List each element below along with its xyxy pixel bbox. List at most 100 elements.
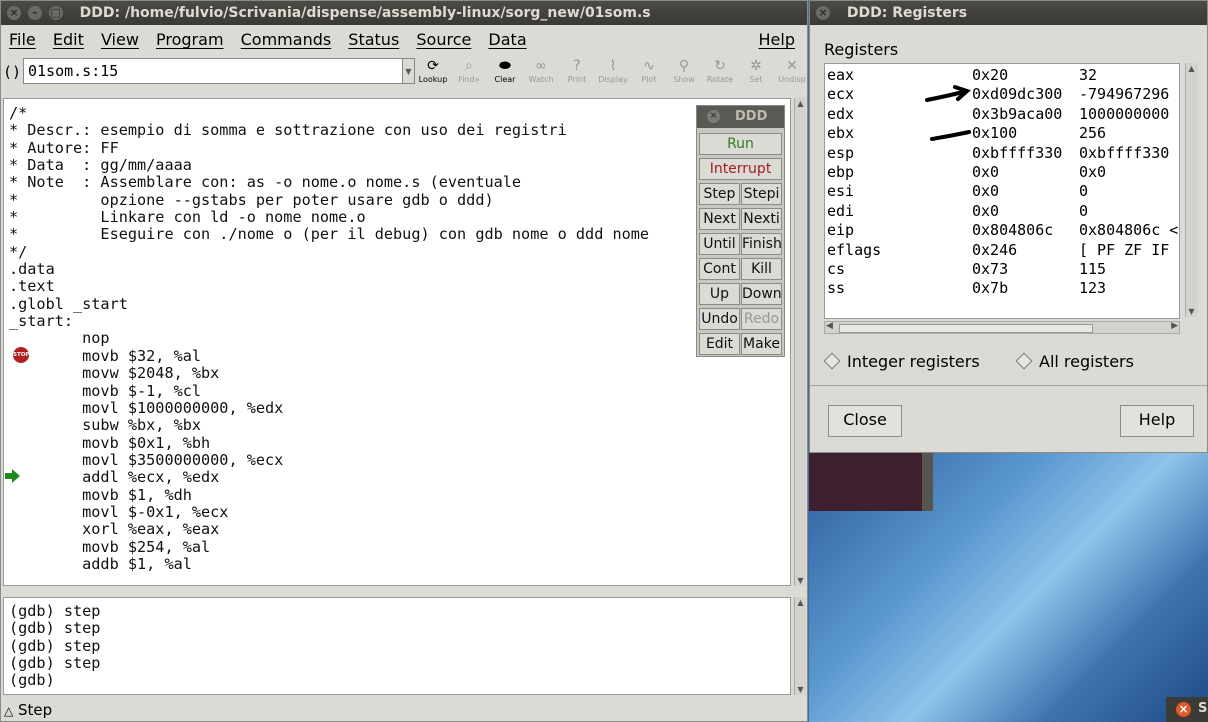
menu-file[interactable]: File <box>9 30 36 49</box>
register-name: eax <box>827 66 855 84</box>
register-name: ss <box>827 279 846 298</box>
register-row-cs[interactable]: cs 0x73 115 <box>827 260 1177 279</box>
main-titlebar: × – □ DDD: /home/fulvio/Scrivania/dispen… <box>1 1 807 25</box>
maximize-icon[interactable]: □ <box>48 6 63 20</box>
register-row-eax[interactable]: eax 0x20 32 <box>827 66 1177 85</box>
close-icon[interactable]: × <box>7 6 21 20</box>
menu-data[interactable]: Data <box>488 30 526 49</box>
scroll-down-icon[interactable]: ▼ <box>1186 306 1197 317</box>
display-icon: ⌇ <box>609 58 617 74</box>
argument-input[interactable]: 01som.s:15 <box>23 58 403 84</box>
radio-integer-label: Integer registers <box>847 352 980 371</box>
registers-titlebar: × DDD: Registers <box>810 1 1207 25</box>
menu-help[interactable]: Help <box>759 25 795 55</box>
source-line: * opzione --gstabs per poter usare gdb o… <box>9 190 494 209</box>
register-row-esp[interactable]: esp 0xbffff330 0xbffff330 <box>827 144 1177 163</box>
registers-vscrollbar[interactable]: ▲ ▼ <box>1185 63 1198 317</box>
source-line: movw $2048, %bx <box>9 364 220 383</box>
until-button[interactable]: Until <box>699 233 740 255</box>
register-row-ebx[interactable]: ebx 0x100 256 <box>827 124 1177 143</box>
register-row-ss[interactable]: ss 0x7b 123 <box>827 279 1177 298</box>
tool-undisp[interactable]: ✕ Undisp <box>774 57 807 87</box>
source-line: xorl %eax, %eax <box>9 520 220 539</box>
edit-button[interactable]: Edit <box>699 333 740 355</box>
scroll-down-icon[interactable]: ▼ <box>795 575 806 586</box>
menu-source[interactable]: Source <box>416 30 471 49</box>
undo-button[interactable]: Undo <box>699 308 740 330</box>
redo-button[interactable]: Redo <box>741 308 782 330</box>
register-row-eflags[interactable]: eflags 0x246 [ PF ZF IF <box>827 241 1177 260</box>
scroll-up-icon[interactable]: ▲ <box>795 597 806 608</box>
register-hex: 0x100 <box>972 124 1018 143</box>
tool-print[interactable]: ? Print <box>559 57 595 87</box>
scroll-left-icon[interactable]: ◀ <box>826 321 833 331</box>
tool-set[interactable]: ✲ Set <box>738 57 774 87</box>
print-icon: ? <box>573 58 581 74</box>
tool-label: Plot <box>641 75 657 84</box>
scroll-up-icon[interactable]: ▲ <box>795 98 806 109</box>
undisp-icon: ✕ <box>786 58 798 74</box>
tool-lookup[interactable]: ⟳ Lookup <box>415 57 451 87</box>
tool-rotate[interactable]: ↻ Rotate <box>702 57 738 87</box>
cont-button[interactable]: Cont <box>699 258 740 280</box>
register-value: 1000000000 <box>1079 104 1170 123</box>
registers-heading: Registers <box>824 40 899 59</box>
register-name: ebp <box>827 163 855 181</box>
registers-hscrollbar[interactable]: ◀ ▶ <box>824 321 1180 334</box>
console-line: (gdb) step <box>9 654 101 673</box>
console-scrollbar[interactable]: ▲ ▼ <box>794 597 806 695</box>
close-icon[interactable]: × <box>707 110 720 123</box>
scroll-thumb[interactable] <box>839 324 1093 333</box>
tool-display[interactable]: ⌇ Display <box>595 57 631 87</box>
stepi-button[interactable]: Stepi <box>741 183 782 205</box>
menu-edit[interactable]: Edit <box>53 30 84 49</box>
menu-commands[interactable]: Commands <box>241 30 332 49</box>
register-row-edi[interactable]: edi 0x0 0 <box>827 202 1177 221</box>
scroll-down-icon[interactable]: ▼ <box>795 684 806 695</box>
menu-view[interactable]: View <box>101 30 139 49</box>
nexti-button[interactable]: Nexti <box>741 208 782 230</box>
tool-show[interactable]: ⚲ Show <box>666 57 702 87</box>
close-icon[interactable]: × <box>1176 702 1191 717</box>
scroll-right-icon[interactable]: ▶ <box>1171 321 1178 331</box>
kill-button[interactable]: Kill <box>741 258 782 280</box>
down-button[interactable]: Down <box>741 283 782 305</box>
argument-dropdown-icon[interactable]: ▼ <box>403 58 415 84</box>
radio-integer-registers[interactable]: Integer registers <box>823 352 980 371</box>
up-button[interactable]: Up <box>699 283 740 305</box>
gdb-console[interactable]: (gdb) step (gdb) step (gdb) step (gdb) step… <box>3 597 791 695</box>
finish-button[interactable]: Finish <box>741 233 782 255</box>
menu-program[interactable]: Program <box>156 30 224 49</box>
source-scrollbar[interactable]: ▲ ▼ <box>794 98 806 586</box>
status-triangle-icon[interactable]: △ <box>4 704 13 718</box>
register-row-edx[interactable]: edx 0x3b9aca00 1000000000 <box>827 105 1177 124</box>
radio-all-registers[interactable]: All registers <box>1015 352 1134 371</box>
tool-watch[interactable]: ∞ Watch <box>523 57 559 87</box>
close-icon[interactable]: × <box>816 6 830 20</box>
register-row-esi[interactable]: esi 0x0 0 <box>827 182 1177 201</box>
minimize-icon[interactable]: – <box>27 6 42 20</box>
run-button[interactable]: Run <box>699 133 782 155</box>
register-row-ebp[interactable]: ebp 0x0 0x0 <box>827 163 1177 182</box>
source-line: * Note : Assemblare con: as -o nome.o no… <box>9 173 522 192</box>
tool-plot[interactable]: ∿ Plot <box>631 57 667 87</box>
menu-status[interactable]: Status <box>348 30 399 49</box>
step-button[interactable]: Step <box>699 183 740 205</box>
register-row-eip[interactable]: eip 0x804806c 0x804806c < <box>827 221 1178 240</box>
interrupt-button[interactable]: Interrupt <box>699 158 782 180</box>
source-view[interactable]: /* * Descr.: esempio di somma e sottrazio… <box>3 98 791 586</box>
registers-list[interactable]: eax 0x20 32 ecx 0xd09dc300 -794967296 edx 0x3b9… <box>824 63 1180 319</box>
tool-find[interactable]: ⌕ Find» <box>451 57 487 87</box>
register-name: edi <box>827 201 855 220</box>
help-button[interactable]: Help <box>1120 405 1194 437</box>
scroll-up-icon[interactable]: ▲ <box>1186 63 1197 74</box>
registers-window-title: DDD: Registers <box>846 5 968 21</box>
make-button[interactable]: Make <box>741 333 782 355</box>
next-button[interactable]: Next <box>699 208 740 230</box>
close-button[interactable]: Close <box>828 405 902 437</box>
register-row-ecx[interactable]: ecx 0xd09dc300 -794967296 <box>827 85 1177 104</box>
breakpoint-stop-icon[interactable]: STOP <box>13 347 29 363</box>
command-tool-panel: × DDD Run Interrupt Step Stepi Next Nexti Un… <box>696 105 785 357</box>
tool-clear[interactable]: ⬬ Clear <box>487 57 523 87</box>
registers-window: × DDD: Registers Registers eax 0x20 32 ecx 0… <box>809 0 1208 453</box>
